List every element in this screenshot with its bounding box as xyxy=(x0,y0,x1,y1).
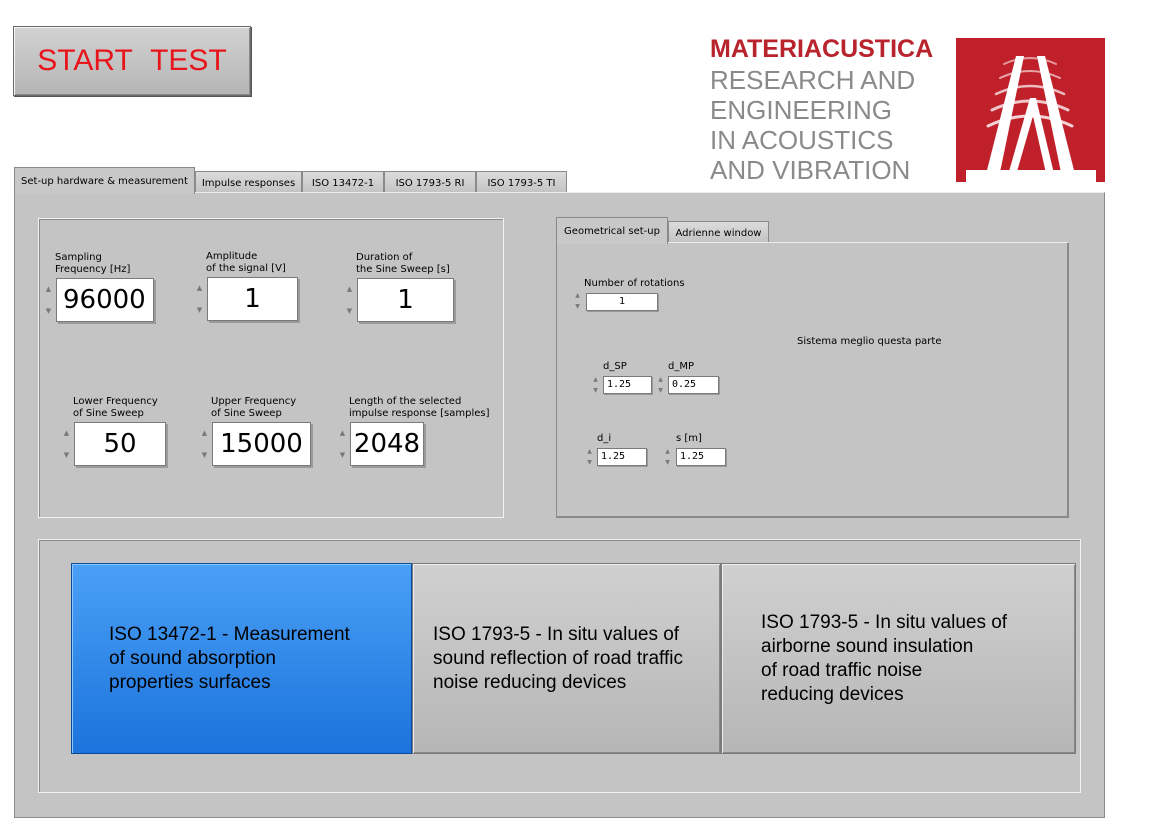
d-i-spinner[interactable]: ▲ ▼ xyxy=(585,446,594,468)
d-i-label: d_i xyxy=(597,433,612,444)
amplitude-spinner[interactable]: ▲ ▼ xyxy=(195,277,204,321)
upper-frequency-input[interactable]: 15000 xyxy=(212,422,311,466)
logo-mark-icon xyxy=(956,38,1105,182)
logo-line: AND VIBRATION xyxy=(710,155,911,185)
iso-1793-5-ri-button[interactable]: ISO 1793-5 - In situ values of sound ref… xyxy=(412,563,721,754)
upper-frequency-label: Upper Frequency of Sine Sweep xyxy=(211,396,297,419)
note-text: Sistema meglio questa parte xyxy=(797,336,942,347)
rotations-input[interactable]: 1 xyxy=(586,293,658,311)
s-label: s [m] xyxy=(676,433,702,444)
iso-1793-5-ti-button[interactable]: ISO 1793-5 - In situ values of airborne … xyxy=(721,563,1076,754)
lower-frequency-spinner[interactable]: ▲ ▼ xyxy=(62,422,71,466)
length-label: Length of the selected impulse response [… xyxy=(349,396,490,419)
sampling-spinner[interactable]: ▲ ▼ xyxy=(44,278,53,322)
d-mp-spinner[interactable]: ▲ ▼ xyxy=(656,374,665,396)
d-sp-spinner[interactable]: ▲ ▼ xyxy=(591,374,600,396)
impulse-length-spinner[interactable]: ▲ ▼ xyxy=(338,422,347,466)
lower-frequency-label: Lower Frequency of Sine Sweep xyxy=(73,396,158,419)
d-mp-input[interactable]: 0.25 xyxy=(668,376,719,394)
duration-spinner[interactable]: ▲ ▼ xyxy=(345,278,354,322)
d-sp-input[interactable]: 1.25 xyxy=(603,376,652,394)
tab-geometrical-setup[interactable]: Geometrical set-up xyxy=(556,217,668,244)
tab-setup-hardware[interactable]: Set-up hardware & measurement xyxy=(14,167,195,194)
duration-input[interactable]: 1 xyxy=(357,278,454,322)
amplitude-input[interactable]: 1 xyxy=(207,277,298,321)
logo-line: ENGINEERING xyxy=(710,95,893,125)
tab-iso-13472-1[interactable]: ISO 13472-1 xyxy=(302,171,384,192)
logo-title: MATERIACUSTICA xyxy=(710,35,934,63)
s-spinner[interactable]: ▲ ▼ xyxy=(663,446,672,468)
tab-adrienne-window[interactable]: Adrienne window xyxy=(668,221,769,242)
rotations-spinner[interactable]: ▲ ▼ xyxy=(573,290,582,312)
rotations-label: Number of rotations xyxy=(584,278,685,289)
logo-line: RESEARCH AND xyxy=(710,65,916,95)
sampling-label: Sampling Frequency [Hz] xyxy=(55,252,131,275)
tab-iso-1793-5-ri[interactable]: ISO 1793-5 RI xyxy=(384,171,476,192)
d-i-input[interactable]: 1.25 xyxy=(597,448,647,466)
impulse-length-input[interactable]: 2048 xyxy=(350,422,424,466)
duration-label: Duration of the Sine Sweep [s] xyxy=(356,252,450,275)
tab-iso-1793-5-ti[interactable]: ISO 1793-5 TI xyxy=(476,171,567,192)
sampling-frequency-input[interactable]: 96000 xyxy=(56,278,154,322)
tab-impulse-responses[interactable]: Impulse responses xyxy=(195,171,302,192)
lower-frequency-input[interactable]: 50 xyxy=(74,422,166,466)
d-mp-label: d_MP xyxy=(668,361,695,372)
d-sp-label: d_SP xyxy=(603,361,627,372)
s-input[interactable]: 1.25 xyxy=(676,448,726,466)
start-test-button[interactable]: START TEST xyxy=(13,26,251,96)
iso-13472-1-button[interactable]: ISO 13472-1 - Measurement of sound absor… xyxy=(71,563,412,754)
amplitude-label: Amplitude of the signal [V] xyxy=(206,251,286,274)
logo-line: IN ACOUSTICS xyxy=(710,125,894,155)
upper-frequency-spinner[interactable]: ▲ ▼ xyxy=(200,422,209,466)
